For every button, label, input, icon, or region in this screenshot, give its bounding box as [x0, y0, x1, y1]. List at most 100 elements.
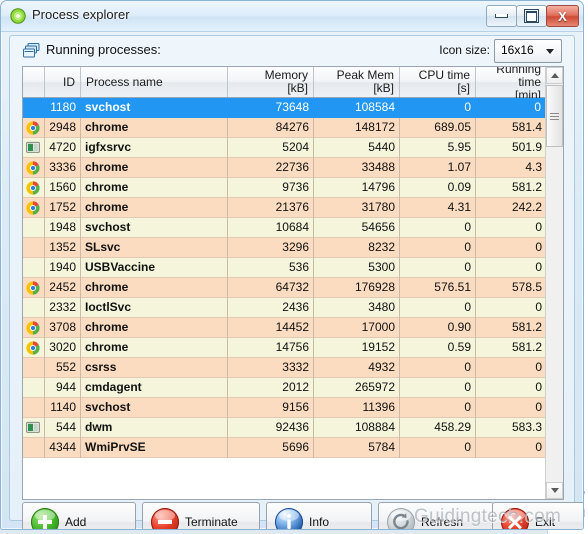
- terminate-button-label: Terminate: [185, 515, 238, 529]
- cell-cpu: 5.95: [400, 138, 476, 158]
- cell-name: chrome: [81, 338, 228, 358]
- table-row[interactable]: 2948 chrome 84276 148172 689.05 581.4: [23, 118, 546, 138]
- column-header-id[interactable]: ID: [45, 67, 81, 97]
- window-title: Process explorer: [32, 7, 130, 22]
- process-icon-cell: [23, 378, 45, 398]
- cell-cpu: 0: [400, 358, 476, 378]
- chrome-icon: [26, 281, 40, 295]
- cell-memory: 3296: [228, 238, 314, 258]
- process-icon-cell: [23, 278, 45, 298]
- maximize-button[interactable]: [516, 5, 547, 27]
- cell-memory: 14452: [228, 318, 314, 338]
- column-header-cpu-time[interactable]: CPU time [s]: [400, 67, 476, 97]
- cell-id: 3336: [45, 158, 81, 178]
- scrollbar-thumb[interactable]: [546, 85, 563, 147]
- cell-name: chrome: [81, 278, 228, 298]
- arrow-up-icon: [550, 73, 559, 78]
- icon-size-select[interactable]: 16x16: [494, 39, 562, 63]
- cell-peak: 108584: [314, 98, 400, 118]
- table-row[interactable]: 1948 svchost 10684 54656 0 0: [23, 218, 546, 238]
- cell-memory: 10684: [228, 218, 314, 238]
- process-icon-cell: [23, 418, 45, 438]
- cell-cpu: 576.51: [400, 278, 476, 298]
- minimize-icon: [487, 6, 516, 26]
- grip-icon: [550, 112, 559, 120]
- cell-memory: 3332: [228, 358, 314, 378]
- cell-peak: 3480: [314, 298, 400, 318]
- refresh-button-label: Refresh: [421, 515, 464, 529]
- cell-peak: 33488: [314, 158, 400, 178]
- title-bar[interactable]: Process explorer X: [1, 1, 583, 32]
- add-button-label: Add: [65, 515, 87, 529]
- table-row[interactable]: 4344 WmiPrvSE 5696 5784 0 0: [23, 438, 546, 458]
- close-button[interactable]: X: [546, 5, 579, 27]
- chrome-icon: [26, 181, 40, 195]
- cell-cpu: 0: [400, 238, 476, 258]
- process-icon-cell: [23, 178, 45, 198]
- table-row[interactable]: 944 cmdagent 2012 265972 0 0: [23, 378, 546, 398]
- cell-memory: 14756: [228, 338, 314, 358]
- cell-memory: 64732: [228, 278, 314, 298]
- scroll-up-button[interactable]: [546, 67, 563, 84]
- terminate-button[interactable]: Terminate: [142, 502, 260, 529]
- refresh-button[interactable]: Refresh: [378, 502, 494, 529]
- cell-running: 0: [535, 220, 542, 234]
- cell-running: 242.2: [511, 200, 542, 214]
- table-row[interactable]: 1940 USBVaccine 536 5300 0 0: [23, 258, 546, 278]
- table-row[interactable]: 1560 chrome 9736 14796 0.09 581.2: [23, 178, 546, 198]
- minimize-button[interactable]: [486, 5, 517, 27]
- table-row[interactable]: 3020 chrome 14756 19152 0.59 581.2: [23, 338, 546, 358]
- table-row[interactable]: 1140 svchost 9156 11396 0 0: [23, 398, 546, 418]
- cell-running: 0: [535, 400, 542, 414]
- column-header-id-label: ID: [63, 74, 75, 89]
- cell-id: 1560: [45, 178, 81, 198]
- table-row[interactable]: 552 csrss 3332 4932 0 0: [23, 358, 546, 378]
- table-row[interactable]: 1352 SLsvc 3296 8232 0 0: [23, 238, 546, 258]
- cell-memory: 2012: [228, 378, 314, 398]
- icon-size-value: 16x16: [501, 43, 534, 57]
- cell-id: 544: [45, 418, 81, 438]
- column-header-process-name[interactable]: Process name: [81, 67, 228, 97]
- process-icon-cell: [23, 398, 45, 418]
- process-icon-cell: [23, 138, 45, 158]
- cell-peak: 4932: [314, 358, 400, 378]
- cell-cpu: 0: [400, 298, 476, 318]
- close-circle-icon: [501, 508, 529, 529]
- chrome-icon: [26, 341, 40, 355]
- cell-peak: 265972: [314, 378, 400, 398]
- cell-cpu: 0: [400, 438, 476, 458]
- cell-id: 2948: [45, 118, 81, 138]
- cell-cpu: 1.07: [400, 158, 476, 178]
- add-button[interactable]: Add: [22, 502, 136, 529]
- cell-id: 944: [45, 378, 81, 398]
- vertical-scrollbar[interactable]: [545, 67, 563, 499]
- table-row[interactable]: 4720 igfxsrvc 5204 5440 5.95 501.9: [23, 138, 546, 158]
- column-header-running-time[interactable]: Running time [min]: [476, 67, 546, 101]
- table-row[interactable]: 3708 chrome 14452 17000 0.90 581.2: [23, 318, 546, 338]
- table-row[interactable]: 2452 chrome 64732 176928 576.51 578.5: [23, 278, 546, 298]
- cell-memory: 22736: [228, 158, 314, 178]
- table-row[interactable]: 1180 svchost 73648 108584 0 0: [23, 98, 546, 118]
- column-header-icon[interactable]: [23, 67, 45, 97]
- column-header-peak-mem[interactable]: Peak Mem [kB]: [314, 67, 400, 97]
- column-header-memory[interactable]: Memory [kB]: [228, 67, 314, 97]
- cell-cpu: 0: [400, 98, 476, 118]
- cell-peak: 176928: [314, 278, 400, 298]
- cell-memory: 9736: [228, 178, 314, 198]
- process-table: ID Process name Memory [kB] Peak Mem [kB…: [22, 66, 564, 500]
- maximize-icon: [517, 6, 546, 26]
- running-processes-label: Running processes:: [46, 42, 161, 57]
- cell-cpu: 0.90: [400, 318, 476, 338]
- table-row[interactable]: 2332 IoctlSvc 2436 3480 0 0: [23, 298, 546, 318]
- info-button[interactable]: Info: [266, 502, 372, 529]
- table-row[interactable]: 3336 chrome 22736 33488 1.07 4.3: [23, 158, 546, 178]
- green-circle-icon: [10, 8, 26, 24]
- table-row[interactable]: 544 dwm 92436 108884 458.29 583.3: [23, 418, 546, 438]
- cell-cpu: 0: [400, 398, 476, 418]
- table-row[interactable]: 1752 chrome 21376 31780 4.31 242.2: [23, 198, 546, 218]
- cell-running: 581.2: [511, 180, 542, 194]
- scroll-down-button[interactable]: [546, 482, 563, 499]
- exit-button[interactable]: Exit: [492, 502, 583, 529]
- plus-circle-icon: [31, 508, 59, 529]
- process-icon-cell: [23, 358, 45, 378]
